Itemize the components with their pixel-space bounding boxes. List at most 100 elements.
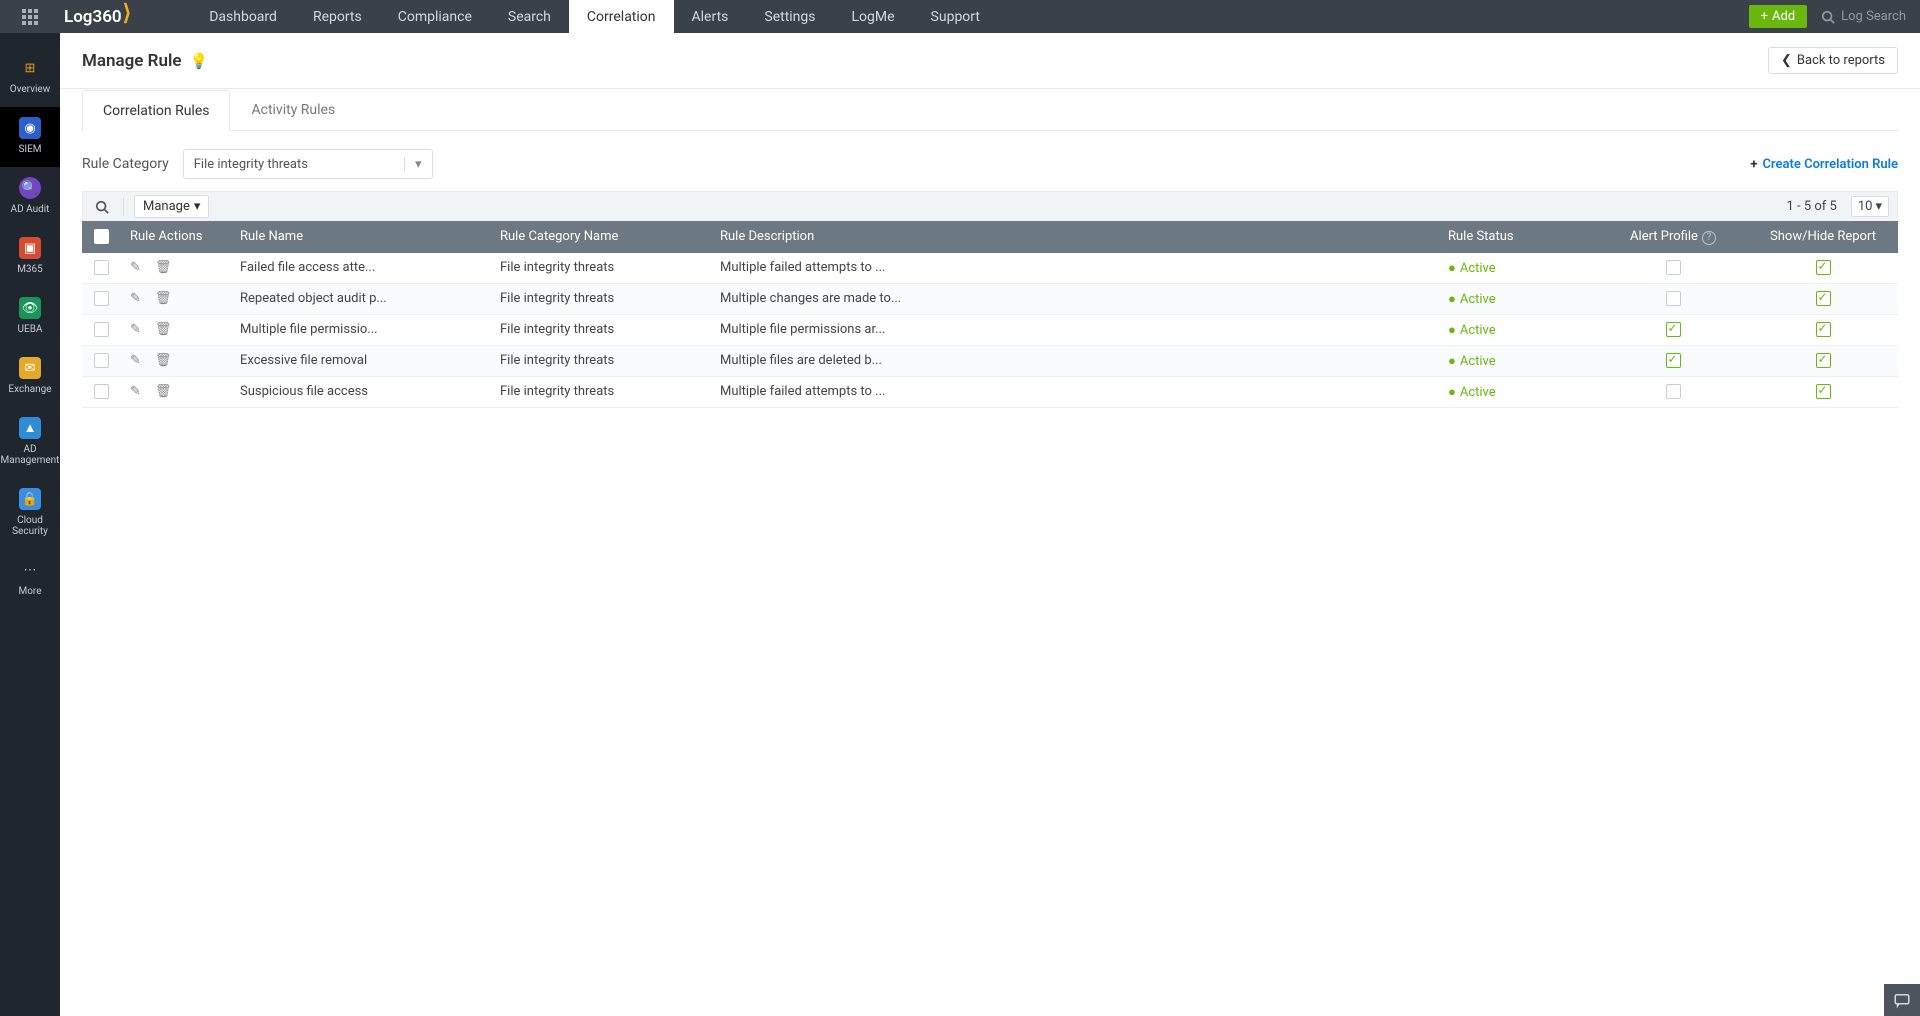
logo-swoosh-icon: ⟩ — [123, 1, 132, 26]
exchange-icon: ✉ — [19, 357, 41, 379]
row-actions: ✎🗑 — [130, 260, 220, 275]
table-row: ✎🗑Repeated object audit p...File integri… — [82, 283, 1898, 314]
topnav-item-reports[interactable]: Reports — [295, 0, 380, 33]
tab-correlation-rules[interactable]: Correlation Rules — [82, 90, 230, 131]
sidebar-item-exchange[interactable]: ✉ Exchange — [0, 347, 60, 407]
row-checkbox[interactable] — [94, 322, 109, 337]
left-sidebar: ⊞Overview◉SIEM🔍AD Audit▣M365👁UEBA ✉ Exchan… — [0, 33, 60, 1016]
delete-icon[interactable]: 🗑 — [155, 260, 172, 275]
sidebar-item-m365[interactable]: ▣M365 — [0, 227, 60, 287]
rules-table: Rule Actions Rule Name Rule Category Nam… — [82, 221, 1898, 408]
row-checkbox[interactable] — [94, 291, 109, 306]
topnav-item-logme[interactable]: LogMe — [834, 0, 913, 33]
topnav-item-alerts[interactable]: Alerts — [674, 0, 747, 33]
toolbar-left: Manage ▾ — [91, 195, 209, 218]
row-actions: ✎🗑 — [130, 353, 220, 368]
sidebar-item-label: Exchange — [8, 384, 51, 395]
sidebar-item-ad-audit[interactable]: 🔍AD Audit — [0, 167, 60, 227]
sidebar-item-siem[interactable]: ◉SIEM — [0, 107, 60, 167]
cell-rule-status: ●Active — [1438, 345, 1598, 376]
manage-button[interactable]: Manage ▾ — [134, 195, 209, 218]
topnav-item-support[interactable]: Support — [913, 0, 998, 33]
row-checkbox[interactable] — [94, 384, 109, 399]
sidebar-item-label: More — [18, 586, 41, 597]
topnav-item-compliance[interactable]: Compliance — [380, 0, 490, 33]
table-row: ✎🗑Failed file access atte...File integri… — [82, 253, 1898, 284]
topnav-item-search[interactable]: Search — [490, 0, 569, 33]
tab-activity-rules[interactable]: Activity Rules — [230, 89, 356, 130]
main-area: Manage Rule 💡 ❮ Back to reports Correlat… — [60, 33, 1920, 1016]
col-rule-status: Rule Status — [1438, 221, 1598, 253]
overview-icon: ⊞ — [19, 57, 41, 79]
show-hide-checkbox[interactable] — [1816, 384, 1831, 399]
cell-rule-description: Multiple failed attempts to ... — [710, 376, 1438, 407]
page-size-select[interactable]: 10 ▾ — [1851, 196, 1889, 217]
sidebar-item-more[interactable]: ⋯ More — [0, 549, 60, 609]
bulb-tip-icon[interactable]: 💡 — [190, 52, 209, 70]
cell-rule-description: Multiple failed attempts to ... — [710, 253, 1438, 284]
more-icon: ⋯ — [19, 559, 41, 581]
add-button[interactable]: + Add — [1749, 5, 1808, 28]
cell-rule-category: File integrity threats — [490, 376, 710, 407]
topnav-item-dashboard[interactable]: Dashboard — [191, 0, 295, 33]
table-row: ✎🗑Suspicious file accessFile integrity t… — [82, 376, 1898, 407]
help-icon[interactable]: ? — [1702, 231, 1716, 245]
chevron-down-icon: ▾ — [404, 157, 432, 172]
show-hide-checkbox[interactable] — [1816, 322, 1831, 337]
back-to-reports-button[interactable]: ❮ Back to reports — [1768, 47, 1898, 74]
delete-icon[interactable]: 🗑 — [155, 291, 172, 306]
sidebar-item-overview[interactable]: ⊞Overview — [0, 47, 60, 107]
col-rule-category: Rule Category Name — [490, 221, 710, 253]
edit-icon[interactable]: ✎ — [130, 384, 141, 399]
topnav-item-settings[interactable]: Settings — [746, 0, 833, 33]
create-correlation-rule-link[interactable]: + Create Correlation Rule — [1750, 157, 1898, 172]
rule-category-select[interactable]: File integrity threats ▾ — [183, 149, 433, 179]
topnav-item-correlation[interactable]: Correlation — [569, 0, 674, 33]
alert-profile-checkbox[interactable] — [1666, 260, 1681, 275]
add-label: Add — [1772, 9, 1795, 24]
delete-icon[interactable]: 🗑 — [155, 384, 172, 399]
row-checkbox[interactable] — [94, 353, 109, 368]
page-title-text: Manage Rule — [82, 51, 182, 71]
select-all-checkbox[interactable] — [94, 229, 109, 244]
alert-profile-checkbox[interactable] — [1666, 291, 1681, 306]
delete-icon[interactable]: 🗑 — [155, 322, 172, 337]
sidebar-item-ueba[interactable]: 👁UEBA — [0, 287, 60, 347]
row-actions: ✎🗑 — [130, 291, 220, 306]
controls-left: Rule Category File integrity threats ▾ — [82, 149, 433, 179]
cell-rule-status: ●Active — [1438, 314, 1598, 345]
ueba-icon: 👁 — [19, 297, 41, 319]
apps-launcher-icon[interactable] — [0, 9, 60, 25]
edit-icon[interactable]: ✎ — [130, 322, 141, 337]
edit-icon[interactable]: ✎ — [130, 260, 141, 275]
show-hide-checkbox[interactable] — [1816, 353, 1831, 368]
sidebar-item-label: AD Management — [0, 444, 60, 466]
search-in-table-icon[interactable] — [91, 196, 113, 218]
delete-icon[interactable]: 🗑 — [155, 353, 172, 368]
col-rule-actions: Rule Actions — [120, 221, 230, 253]
sidebar-item-ad-management[interactable]: ▲AD Management — [0, 407, 60, 478]
edit-icon[interactable]: ✎ — [130, 291, 141, 306]
alert-profile-checkbox[interactable] — [1666, 384, 1681, 399]
alert-profile-checkbox[interactable] — [1666, 322, 1681, 337]
m365-icon: ▣ — [19, 237, 41, 259]
cell-rule-name: Repeated object audit p... — [230, 283, 490, 314]
cell-rule-status: ●Active — [1438, 253, 1598, 284]
separator — [123, 198, 124, 216]
siem-icon: ◉ — [19, 117, 41, 139]
log-search-box[interactable]: Log Search — [1815, 9, 1912, 24]
cell-rule-name: Multiple file permissio... — [230, 314, 490, 345]
caret-down-icon: ▾ — [1875, 199, 1882, 214]
col-show-hide: Show/Hide Report — [1748, 221, 1898, 253]
show-hide-checkbox[interactable] — [1816, 291, 1831, 306]
sidebar-item-cloud-security[interactable]: 🔒Cloud Security — [0, 478, 60, 549]
page-header: Manage Rule 💡 ❮ Back to reports — [60, 33, 1920, 89]
row-checkbox[interactable] — [94, 260, 109, 275]
caret-down-icon: ▾ — [194, 199, 201, 214]
edit-icon[interactable]: ✎ — [130, 353, 141, 368]
plus-icon: + — [1750, 157, 1757, 172]
alert-profile-checkbox[interactable] — [1666, 353, 1681, 368]
show-hide-checkbox[interactable] — [1816, 260, 1831, 275]
row-actions: ✎🗑 — [130, 322, 220, 337]
chat-fab[interactable] — [1884, 984, 1920, 1016]
